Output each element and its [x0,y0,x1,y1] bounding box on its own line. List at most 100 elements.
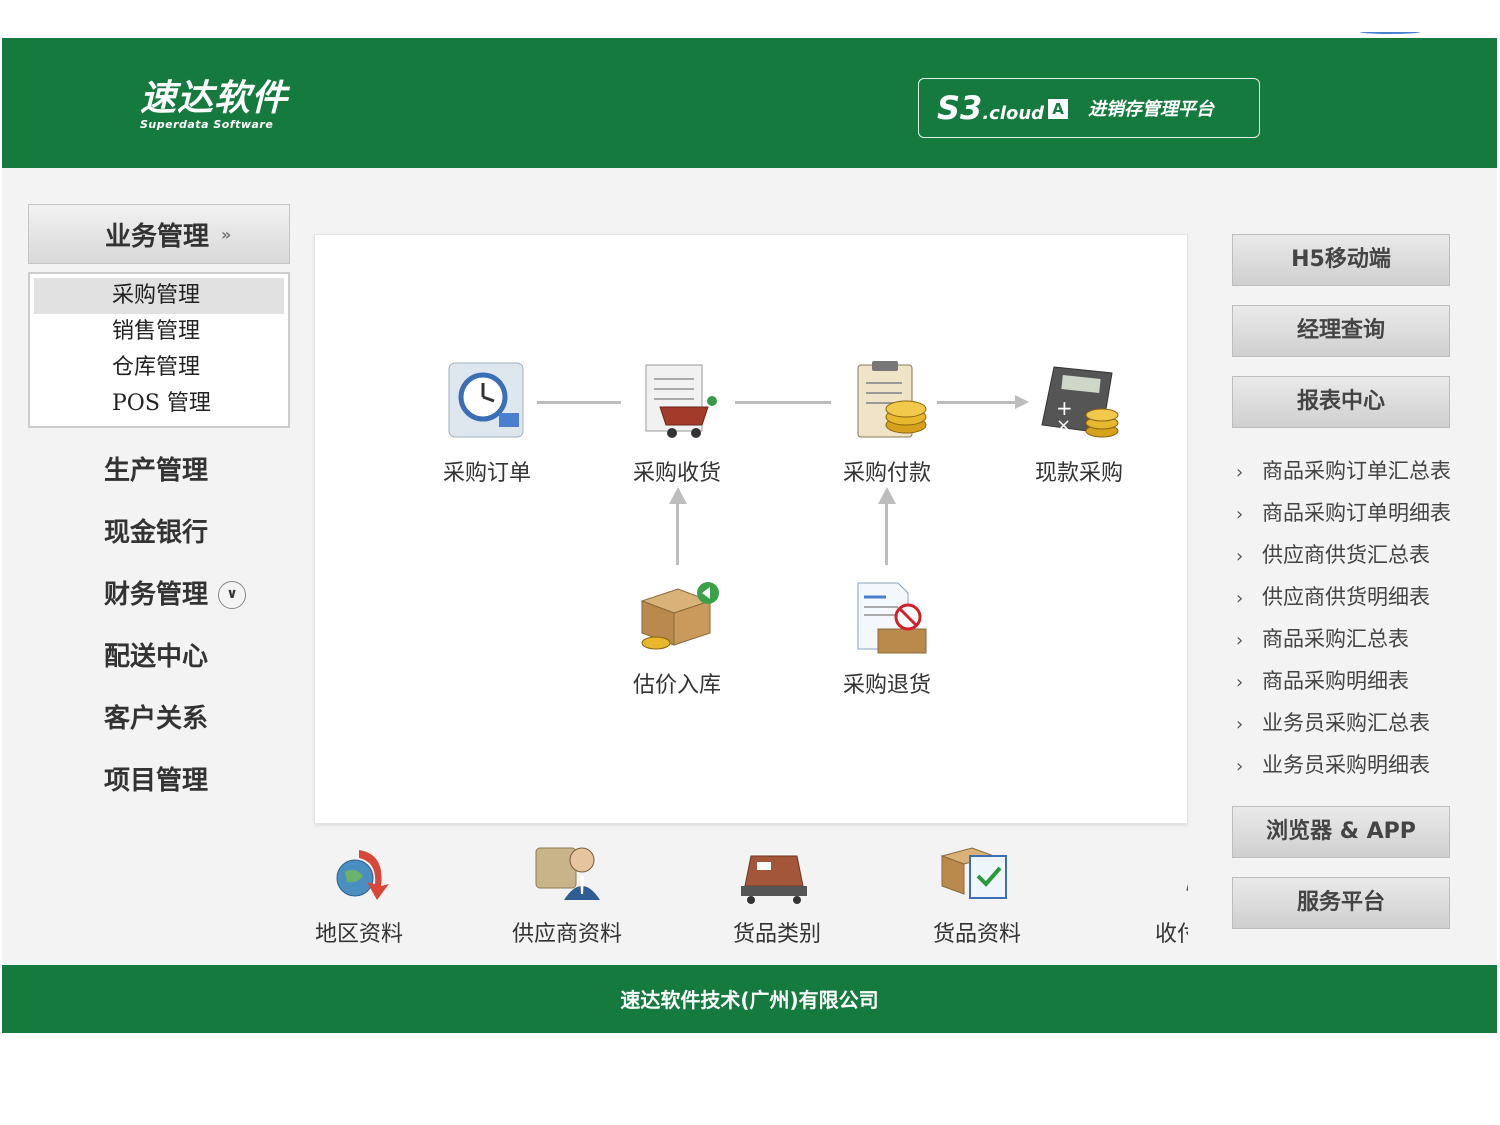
product-tagline: 进销存管理平台 [1088,99,1215,120]
header-bar: 速达软件 Superdata Software S3 .cloud A 进销存管… [2,38,1497,168]
footer-bar: 速达软件技术(广州)有限公司 [2,965,1497,1033]
report-link-label: 商品采购订单明细表 [1262,501,1451,525]
flow-purchase-receive[interactable]: 采购收货 [607,359,747,487]
chevron-right-icon: › [1236,504,1244,525]
quick-product-data[interactable]: 货品资料 [912,838,1042,948]
report-link-list: › 商品采购订单汇总表 › 商品采购订单明细表 › 供应商供货汇总表 › 供应商供货明细… [1232,450,1497,786]
chevron-right-icon: › [1236,630,1244,651]
submenu-item-pos[interactable]: POS 管理 [34,386,284,422]
chevron-right-icon: › [1236,588,1244,609]
report-link-label: 商品采购明细表 [1262,669,1409,693]
report-link[interactable]: › 供应商供货明细表 [1232,576,1497,618]
quick-region-data[interactable]: 地区资料 [302,838,424,948]
chevron-right-icon: › [1236,546,1244,567]
submenu-item-purchase[interactable]: 采购管理 [34,278,284,314]
quick-label: 地区资料 [314,922,403,947]
h5-mobile-button[interactable]: H5移动端 [1232,234,1450,286]
flow-connector [885,503,888,565]
nav-item-label: 财务管理 [104,580,209,610]
flow-label: 采购订单 [442,461,531,486]
product-edition-badge: A [1048,99,1069,119]
calculator-coins-icon: + × [1041,366,1119,438]
nav-item-distribution[interactable]: 配送中心 [28,626,290,688]
nav-business-management[interactable]: 业务管理 » [28,204,290,264]
product-cloud: .cloud [982,102,1045,124]
nav-item-crm[interactable]: 客户关系 [28,688,290,750]
nav-item-finance[interactable]: 财务管理 ∨ [28,564,290,626]
report-link-label: 供应商供货明细表 [1262,585,1430,609]
quick-label: 收付 [1154,922,1188,947]
svg-text:×: × [1056,415,1071,436]
browser-app-button[interactable]: 浏览器 & APP [1232,806,1450,858]
nav-business-label: 业务管理 [105,221,210,252]
flow-label: 采购付款 [842,461,931,486]
document-return-icon [857,582,927,654]
business-submenu: 采购管理 销售管理 仓库管理 POS 管理 [28,272,290,428]
cart-receipt-icon [645,364,717,438]
logo: 速达软件 Superdata Software [140,78,288,131]
clock-cart-icon [448,362,524,438]
report-link[interactable]: › 业务员采购汇总表 [1232,702,1497,744]
purchase-workflow-panel: 采购订单 采购收货 采购付款 + × 现款采购 估价入库 采购退货 [314,234,1188,824]
report-link[interactable]: › 供应商供货汇总表 [1232,534,1497,576]
nav-item-label: 项目管理 [104,766,209,796]
report-link[interactable]: › 商品采购订单明细表 [1232,492,1497,534]
company-name: 速达软件技术(广州)有限公司 [620,988,879,1012]
arrow-up-icon [669,487,687,504]
product-name: S3 [937,89,983,127]
quick-supplier-data[interactable]: 供应商资料 [502,838,632,948]
double-chevron-down-icon: » [221,224,232,244]
nav-item-project[interactable]: 项目管理 [28,750,290,812]
nav-item-production[interactable]: 生产管理 [28,440,290,502]
report-link-label: 商品采购订单汇总表 [1262,459,1451,483]
chevron-right-icon: › [1236,756,1244,777]
report-link-label: 供应商供货汇总表 [1262,543,1430,567]
flow-purchase-pay[interactable]: 采购付款 [817,359,957,487]
logo-subtext: Superdata Software [140,118,274,131]
chevron-right-icon: › [1236,462,1244,483]
nav-item-label: 客户关系 [104,704,209,734]
arrow-up-icon [878,487,896,504]
report-link[interactable]: › 业务员采购明细表 [1232,744,1497,786]
submenu-item-sales[interactable]: 销售管理 [34,314,284,350]
nav-item-cash-bank[interactable]: 现金银行 [28,502,290,564]
boxes-stock-in-icon [640,582,719,650]
report-link[interactable]: › 商品采购明细表 [1232,660,1497,702]
left-nav: 业务管理 » 采购管理 销售管理 仓库管理 POS 管理 生产管理 现金银行 财… [28,204,290,812]
clipboard-coins-icon [857,361,927,438]
report-link[interactable]: › 商品采购汇总表 [1232,618,1497,660]
quick-product-category[interactable]: 货品类别 [712,838,842,948]
nav-item-label: 生产管理 [104,456,209,486]
product-badge: S3 .cloud A 进销存管理平台 [918,78,1260,138]
quick-label: 供应商资料 [511,922,622,947]
expand-circle-icon[interactable]: ∨ [218,581,247,609]
nav-item-label: 配送中心 [104,642,209,672]
flow-purchase-return[interactable]: 采购退货 [817,579,957,699]
flow-label: 采购退货 [842,673,931,698]
report-center-button[interactable]: 报表中心 [1232,376,1450,428]
quick-receipt-payment[interactable]: 收付 [1112,838,1188,948]
report-link[interactable]: › 商品采购订单汇总表 [1232,450,1497,492]
flow-purchase-order[interactable]: 采购订单 [417,359,557,487]
chevron-right-icon: › [1236,672,1244,693]
flow-label: 采购收货 [632,461,721,486]
nav-item-label: 现金银行 [104,518,209,548]
report-link-label: 业务员采购汇总表 [1262,711,1430,735]
logo-text: 速达软件 [140,78,289,119]
flow-cash-purchase[interactable]: + × 现款采购 [1009,359,1149,487]
quick-label: 货品类别 [732,922,821,947]
box-checklist-icon [940,847,1007,899]
flow-label: 现款采购 [1034,461,1123,486]
service-platform-button[interactable]: 服务平台 [1232,877,1450,929]
flow-label: 估价入库 [632,673,721,698]
quick-access-bar: 地区资料 供应商资料 货品类别 货品资料 收付 [302,838,1188,968]
box-cart-icon [741,855,807,904]
right-panel: H5移动端 经理查询 报表中心 › 商品采购订单汇总表 › 商品采购订单明细表 › 供… [1232,234,1497,929]
flow-connector [676,503,679,565]
report-link-label: 业务员采购明细表 [1262,753,1430,777]
card-terminal-icon [1186,883,1188,891]
submenu-item-warehouse[interactable]: 仓库管理 [34,350,284,386]
manager-query-button[interactable]: 经理查询 [1232,305,1450,357]
quick-label: 货品资料 [932,922,1021,947]
flow-estimate-stock-in[interactable]: 估价入库 [607,579,747,699]
